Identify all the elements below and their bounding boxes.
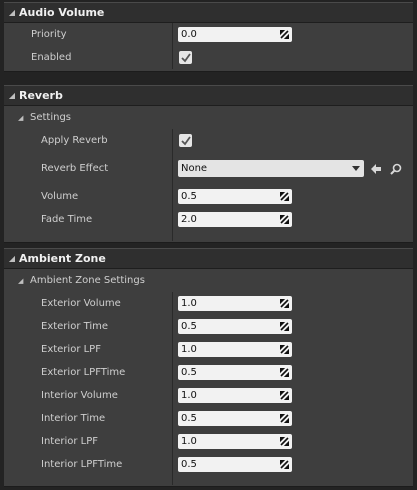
magnifier-icon <box>390 163 402 175</box>
ambient-zone-row: Interior LPFTime 0.5 <box>4 453 413 476</box>
ambient-zone-row-input[interactable]: 1.0 <box>178 388 292 403</box>
collapse-arrow-icon[interactable]: ◢ <box>5 254 19 263</box>
settings-subheader[interactable]: ◢ Settings <box>4 106 413 129</box>
ambient-zone-row-label: Exterior LPFTime <box>41 367 126 378</box>
ambient-zone-row-input[interactable]: 0.5 <box>178 411 292 426</box>
drag-handle-icon[interactable] <box>280 391 289 400</box>
volume-row: Volume 0.5 <box>4 185 413 208</box>
ambient-zone-row-label: Exterior LPF <box>41 344 101 355</box>
apply-reverb-checkbox[interactable] <box>179 134 192 147</box>
ambient-zone-row-label: Interior Volume <box>41 390 118 401</box>
checkmark-icon <box>180 52 191 62</box>
reverb-header[interactable]: ◢ Reverb <box>4 85 413 106</box>
ambient-zone-panel: ◢ Ambient Zone ◢ Ambient Zone Settings E… <box>4 248 413 487</box>
ambient-zone-row: Interior LPF 1.0 <box>4 430 413 453</box>
audio-volume-panel: ◢ Audio Volume Priority 0.0 Enabled <box>4 2 413 72</box>
ambient-zone-row-value: 0.5 <box>181 459 197 470</box>
ambient-zone-row-value: 1.0 <box>181 298 197 309</box>
priority-row: Priority 0.0 <box>4 23 413 46</box>
drag-handle-icon[interactable] <box>280 215 289 224</box>
drag-handle-icon[interactable] <box>280 437 289 446</box>
arrow-left-icon <box>371 163 381 174</box>
ambient-zone-row-value: 0.5 <box>181 413 197 424</box>
priority-value: 0.0 <box>181 29 197 40</box>
audio-volume-header[interactable]: ◢ Audio Volume <box>4 2 413 23</box>
volume-value: 0.5 <box>181 191 197 202</box>
use-selected-button[interactable] <box>368 161 384 177</box>
priority-label: Priority <box>31 29 67 40</box>
ambient-zone-row: Interior Time 0.5 <box>4 407 413 430</box>
ambient-zone-row: Exterior Volume 1.0 <box>4 292 413 315</box>
enabled-label: Enabled <box>31 52 72 63</box>
apply-reverb-label: Apply Reverb <box>41 135 108 146</box>
ambient-zone-row-value: 0.5 <box>181 321 197 332</box>
ambient-zone-row-label: Exterior Time <box>41 321 109 332</box>
ambient-zone-row-input[interactable]: 1.0 <box>178 434 292 449</box>
reverb-effect-row: Reverb Effect None <box>4 152 413 185</box>
volume-label: Volume <box>41 191 79 202</box>
fade-time-row: Fade Time 2.0 <box>4 208 413 231</box>
volume-input[interactable]: 0.5 <box>178 189 292 204</box>
drag-handle-icon[interactable] <box>280 414 289 423</box>
collapse-arrow-icon[interactable]: ◢ <box>5 8 19 17</box>
ambient-zone-row-label: Interior LPF <box>41 436 99 447</box>
ambient-zone-row: Exterior LPFTime 0.5 <box>4 361 413 384</box>
reverb-effect-combobox[interactable]: None <box>178 160 364 177</box>
ambient-zone-row-label: Exterior Volume <box>41 298 121 309</box>
enabled-checkbox[interactable] <box>179 51 192 64</box>
drag-handle-icon[interactable] <box>280 368 289 377</box>
ambient-zone-row-input[interactable]: 0.5 <box>178 365 292 380</box>
drag-handle-icon[interactable] <box>280 322 289 331</box>
browse-button[interactable] <box>388 161 404 177</box>
ambient-zone-row: Exterior Time 0.5 <box>4 315 413 338</box>
drag-handle-icon[interactable] <box>280 299 289 308</box>
ambient-zone-settings-subheader[interactable]: ◢ Ambient Zone Settings <box>4 269 413 292</box>
drag-handle-icon[interactable] <box>280 460 289 469</box>
audio-volume-title: Audio Volume <box>19 6 105 19</box>
collapse-arrow-icon[interactable]: ◢ <box>18 277 23 285</box>
chevron-down-icon <box>352 166 360 171</box>
drag-handle-icon[interactable] <box>280 192 289 201</box>
apply-reverb-row: Apply Reverb <box>4 129 413 152</box>
fade-time-input[interactable]: 2.0 <box>178 212 292 227</box>
ambient-zone-row-input[interactable]: 1.0 <box>178 296 292 311</box>
drag-handle-icon[interactable] <box>280 30 289 39</box>
drag-handle-icon[interactable] <box>280 345 289 354</box>
ambient-zone-header[interactable]: ◢ Ambient Zone <box>4 248 413 269</box>
ambient-zone-row-value: 1.0 <box>181 344 197 355</box>
ambient-zone-row: Exterior LPF 1.0 <box>4 338 413 361</box>
collapse-arrow-icon[interactable]: ◢ <box>5 91 19 100</box>
ambient-zone-settings-label: Ambient Zone Settings <box>30 275 145 286</box>
ambient-zone-row-value: 1.0 <box>181 436 197 447</box>
reverb-panel: ◢ Reverb ◢ Settings Apply Reverb Reverb … <box>4 85 413 243</box>
ambient-zone-row-value: 0.5 <box>181 367 197 378</box>
settings-label: Settings <box>30 112 72 123</box>
reverb-title: Reverb <box>19 89 63 102</box>
ambient-zone-title: Ambient Zone <box>19 252 106 265</box>
ambient-zone-rows: Exterior Volume 1.0 Exterior Time 0.5 Exteri… <box>4 292 413 476</box>
ambient-zone-row-label: Interior LPFTime <box>41 459 123 470</box>
ambient-zone-row-value: 1.0 <box>181 390 197 401</box>
checkmark-icon <box>180 135 191 145</box>
reverb-effect-value: None <box>181 163 208 174</box>
enabled-row: Enabled <box>4 46 413 69</box>
ambient-zone-row-input[interactable]: 0.5 <box>178 319 292 334</box>
fade-time-label: Fade Time <box>41 214 93 225</box>
ambient-zone-row: Interior Volume 1.0 <box>4 384 413 407</box>
collapse-arrow-icon[interactable]: ◢ <box>18 114 23 122</box>
fade-time-value: 2.0 <box>181 214 197 225</box>
ambient-zone-row-input[interactable]: 1.0 <box>178 342 292 357</box>
ambient-zone-row-label: Interior Time <box>41 413 106 424</box>
reverb-effect-label: Reverb Effect <box>41 163 109 174</box>
ambient-zone-row-input[interactable]: 0.5 <box>178 457 292 472</box>
priority-input[interactable]: 0.0 <box>178 27 292 42</box>
